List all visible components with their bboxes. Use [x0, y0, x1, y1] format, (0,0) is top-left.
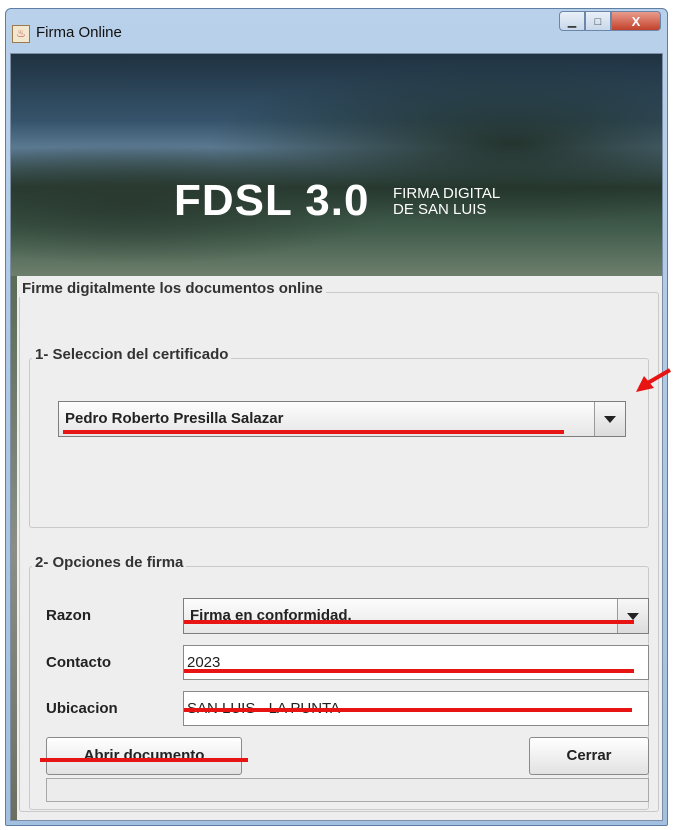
- maximize-button[interactable]: □: [585, 11, 611, 31]
- title-bar[interactable]: ♨ Firma Online ▁ □ X: [6, 9, 667, 53]
- razon-select[interactable]: Firma en conformidad.: [183, 598, 649, 634]
- annotation-arrow-icon: [636, 368, 672, 392]
- annotation-underline-certificate: [63, 430, 564, 434]
- annotation-underline-contacto: [184, 669, 634, 673]
- certificate-group: [29, 358, 649, 528]
- app-window: ♨ Firma Online ▁ □ X FDSL 3.0 FIRMA DIGI…: [5, 8, 668, 826]
- main-panel: Firme digitalmente los documentos online…: [17, 276, 662, 818]
- annotation-underline-open-button: [40, 758, 248, 762]
- razon-label: Razon: [46, 607, 91, 624]
- certificate-selected-value: Pedro Roberto Presilla Salazar: [65, 410, 284, 427]
- java-cup-icon: ♨: [12, 25, 30, 43]
- contacto-label: Contacto: [46, 654, 111, 671]
- banner-logo-title: FDSL 3.0: [174, 176, 370, 225]
- options-group-title: 2- Opciones de firma: [32, 554, 187, 571]
- client-area: FDSL 3.0 FIRMA DIGITAL DE SAN LUIS Firme…: [10, 53, 663, 821]
- ubicacion-label: Ubicacion: [46, 700, 118, 717]
- outer-group-title: Firme digitalmente los documentos online: [19, 280, 326, 297]
- open-document-button[interactable]: Abrir documento: [46, 737, 242, 775]
- contacto-field[interactable]: 2023: [183, 645, 649, 680]
- chevron-down-icon[interactable]: [617, 599, 648, 633]
- banner-subtitle-line2: DE SAN LUIS: [393, 201, 487, 218]
- window-controls: ▁ □ X: [559, 11, 661, 33]
- window-title: Firma Online: [36, 24, 122, 41]
- annotation-underline-razon: [184, 620, 634, 624]
- annotation-underline-ubicacion: [184, 708, 632, 712]
- banner-image: FDSL 3.0 FIRMA DIGITAL DE SAN LUIS: [11, 54, 662, 276]
- banner-logo-subtitle: FIRMA DIGITAL DE SAN LUIS: [393, 186, 500, 218]
- close-window-button[interactable]: X: [611, 11, 661, 31]
- chevron-down-icon[interactable]: [594, 402, 625, 436]
- close-button[interactable]: Cerrar: [529, 737, 649, 775]
- status-bar: [46, 778, 649, 802]
- certificate-group-title: 1- Seleccion del certificado: [32, 346, 232, 363]
- banner-subtitle-line1: FIRMA DIGITAL: [393, 185, 501, 202]
- minimize-button[interactable]: ▁: [559, 11, 585, 31]
